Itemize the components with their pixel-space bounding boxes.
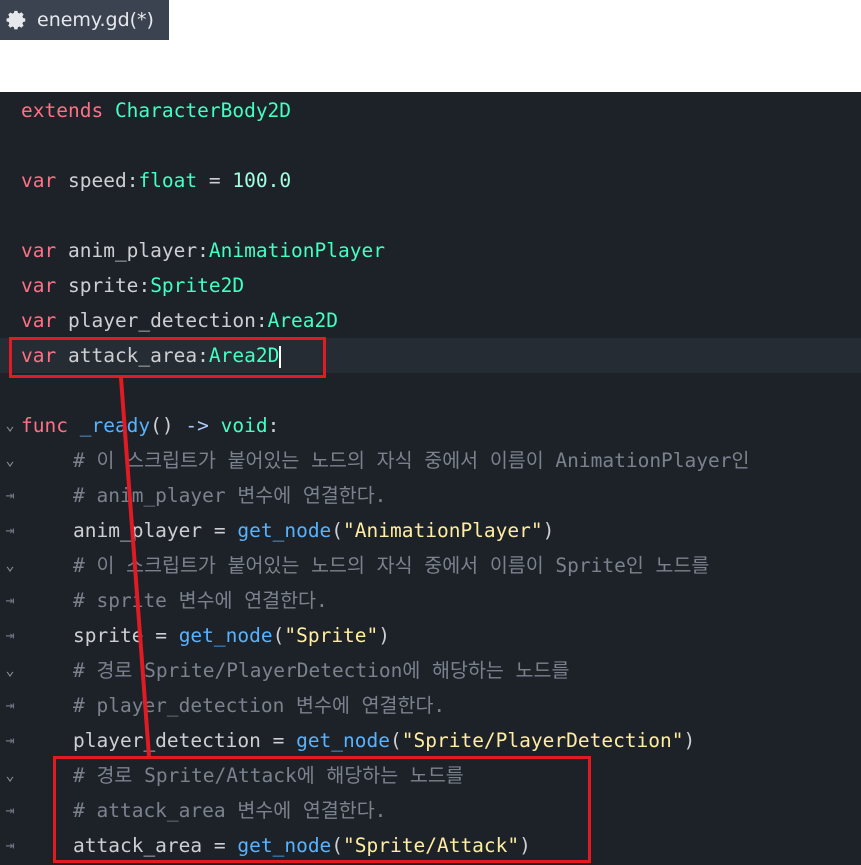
- identifier: attack_area: [73, 834, 203, 857]
- fold-icon[interactable]: ⌄: [0, 758, 20, 793]
- fold-icon[interactable]: ⌄: [0, 653, 20, 688]
- colon: :: [138, 274, 151, 297]
- identifier: anim_player: [67, 239, 198, 262]
- colon: :: [197, 344, 209, 367]
- type-name: AnimationPlayer: [208, 239, 385, 262]
- string-literal: "Sprite/PlayerDetection": [401, 729, 684, 752]
- arrow-operator: ->: [173, 414, 221, 437]
- code-line-21[interactable]: ⇥ # attack_area 변수에 연결한다.: [0, 793, 861, 828]
- code-line-13[interactable]: ⇥ anim_player = get_node("AnimationPlaye…: [0, 513, 861, 548]
- code-line-22[interactable]: ⇥ attack_area = get_node("Sprite/Attack"…: [0, 828, 861, 863]
- code-line-10[interactable]: ⌄ func _ready() -> void:: [0, 408, 861, 443]
- colon: :: [267, 414, 280, 437]
- fold-icon[interactable]: ⌄: [0, 408, 20, 443]
- tab-indent-icon: ⇥: [5, 626, 15, 644]
- fold-icon[interactable]: ⌄: [0, 548, 20, 583]
- type-name: Area2D: [267, 309, 339, 332]
- keyword: var: [21, 169, 57, 192]
- code-line-18[interactable]: ⇥ # player_detection 변수에 연결한다.: [0, 688, 861, 723]
- tab-indent-icon: ⇥: [5, 836, 15, 854]
- code-line-16[interactable]: ⇥ sprite = get_node("Sprite"): [0, 618, 861, 653]
- comment: # anim_player 변수에 연결한다.: [73, 484, 387, 507]
- code-line-6[interactable]: var sprite:Sprite2D: [0, 268, 861, 303]
- keyword: var: [21, 344, 57, 367]
- gear-icon: [6, 10, 26, 30]
- paren: (: [390, 729, 402, 752]
- code-line-12[interactable]: ⇥ # anim_player 변수에 연결한다.: [0, 478, 861, 513]
- script-tab[interactable]: enemy.gd(*): [0, 0, 169, 40]
- string-literal: "Sprite/Attack": [343, 834, 520, 857]
- tab-indent-icon: ⇥: [5, 521, 15, 539]
- keyword: extends: [21, 99, 104, 122]
- identifier: player_detection: [67, 309, 256, 332]
- function-call: get_node: [237, 519, 332, 542]
- type-name: float: [138, 169, 198, 192]
- colon: :: [197, 239, 209, 262]
- paren: (: [272, 624, 285, 647]
- function-name: _ready: [79, 414, 151, 437]
- return-type: void: [220, 414, 268, 437]
- colon: :: [126, 169, 139, 192]
- identifier: anim_player: [73, 519, 203, 542]
- colon: :: [255, 309, 268, 332]
- code-line-17[interactable]: ⌄ # 경로 Sprite/PlayerDetection에 해당하는 노드를: [0, 653, 861, 688]
- paren: ): [378, 624, 391, 647]
- function-call: get_node: [296, 729, 390, 752]
- tab-indent-icon: ⇥: [5, 731, 15, 749]
- code-editor[interactable]: extends CharacterBody2D var speed:float …: [0, 92, 861, 865]
- comment: # attack_area 변수에 연결한다.: [73, 799, 387, 822]
- code-line-8-current[interactable]: var attack_area:Area2D: [0, 338, 861, 373]
- keyword: var: [21, 274, 57, 297]
- type-name: Area2D: [208, 344, 280, 367]
- paren: (: [331, 519, 344, 542]
- code-line-3[interactable]: var speed:float = 100.0: [0, 163, 861, 198]
- operator: =: [202, 519, 238, 542]
- comment: # player_detection 변수에 연결한다.: [73, 694, 446, 717]
- type-name: CharacterBody2D: [114, 99, 292, 122]
- comment: # 경로 Sprite/Attack에 해당하는 노드를: [73, 764, 464, 787]
- tab-title: enemy.gd(*): [37, 9, 154, 31]
- paren: (: [331, 834, 344, 857]
- tab-indent-icon: ⇥: [5, 696, 15, 714]
- identifier: sprite: [73, 624, 144, 647]
- fold-icon[interactable]: ⌄: [0, 443, 20, 478]
- identifier: speed: [67, 169, 127, 192]
- tab-indent-icon: ⇥: [5, 801, 15, 819]
- comment: # sprite 변수에 연결한다.: [73, 589, 328, 612]
- operator: =: [202, 834, 238, 857]
- type-name: Sprite2D: [150, 274, 245, 297]
- identifier: sprite: [67, 274, 139, 297]
- function-call: get_node: [178, 624, 273, 647]
- code-line-19[interactable]: ⇥ player_detection = get_node("Sprite/Pl…: [0, 723, 861, 758]
- code-line-20[interactable]: ⌄ # 경로 Sprite/Attack에 해당하는 노드를: [0, 758, 861, 793]
- code-line-5[interactable]: var anim_player:AnimationPlayer: [0, 233, 861, 268]
- paren: ): [542, 519, 555, 542]
- operator: =: [197, 169, 233, 192]
- code-line-1[interactable]: extends CharacterBody2D: [0, 93, 861, 128]
- tab-indent-icon: ⇥: [5, 591, 15, 609]
- comment: # 경로 Sprite/PlayerDetection에 해당하는 노드를: [73, 659, 570, 682]
- code-line-11[interactable]: ⌄ # 이 스크립트가 붙어있는 노드의 자식 중에서 이름이 Animatio…: [0, 443, 861, 478]
- string-literal: "Sprite": [284, 624, 379, 647]
- comment: # 이 스크립트가 붙어있는 노드의 자식 중에서 이름이 Sprite인 노드…: [73, 554, 710, 577]
- string-literal: "AnimationPlayer": [343, 519, 543, 542]
- keyword: var: [21, 239, 57, 262]
- comment: # 이 스크립트가 붙어있는 노드의 자식 중에서 이름이 AnimationP…: [73, 449, 750, 472]
- params: (): [150, 414, 174, 437]
- tab-indent-icon: ⇥: [5, 486, 15, 504]
- operator: =: [260, 729, 297, 752]
- code-line-15[interactable]: ⇥ # sprite 변수에 연결한다.: [0, 583, 861, 618]
- number-literal: 100.0: [232, 169, 292, 192]
- paren: ): [519, 834, 531, 857]
- text-caret: [279, 345, 282, 368]
- code-line-14[interactable]: ⌄ # 이 스크립트가 붙어있는 노드의 자식 중에서 이름이 Sprite인 …: [0, 548, 861, 583]
- code-line-7[interactable]: var player_detection:Area2D: [0, 303, 861, 338]
- paren: ): [683, 729, 696, 752]
- identifier: player_detection: [73, 729, 261, 752]
- operator: =: [143, 624, 179, 647]
- keyword: var: [21, 309, 57, 332]
- function-call: get_node: [237, 834, 332, 857]
- keyword: func: [21, 414, 68, 437]
- identifier: attack_area: [67, 344, 198, 367]
